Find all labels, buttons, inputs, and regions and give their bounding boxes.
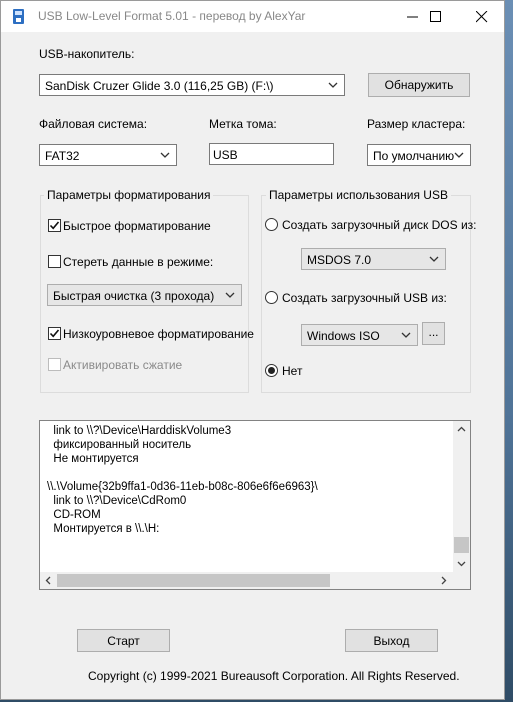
- drive-select-value: SanDisk Cruzer Glide 3.0 (116,25 GB) (F:…: [45, 79, 274, 93]
- browse-button-label: ...: [428, 325, 439, 339]
- usb-boot-label: Создать загрузочный USB из:: [282, 291, 447, 305]
- log-line: link to \\?\Device\CdRom0: [47, 495, 187, 507]
- log-line: \\.\Volume{32b9ffa1-0d36-11eb-b08c-806e6…: [47, 481, 318, 493]
- chevron-down-icon: [225, 292, 235, 298]
- compression-label: Активировать сжатие: [63, 358, 183, 372]
- detect-button-label: Обнаружить: [384, 78, 454, 92]
- cluster-label: Размер кластера:: [367, 117, 466, 131]
- quick-format-label: Быстрое форматирование: [63, 219, 211, 233]
- vertical-scroll-thumb[interactable]: [454, 537, 469, 553]
- chevron-down-icon: [429, 256, 439, 262]
- filesystem-select[interactable]: FAT32: [39, 144, 177, 166]
- quick-format-checkbox[interactable]: [48, 219, 61, 232]
- volume-label-value: USB: [213, 148, 238, 162]
- low-level-format-label: Низкоуровневое форматирование: [63, 327, 254, 341]
- log-line: CD-ROM: [47, 509, 101, 521]
- browse-button[interactable]: ...: [422, 322, 445, 345]
- scroll-right-icon: [441, 576, 447, 585]
- erase-mode-label: Стереть данные в режиме:: [63, 255, 214, 269]
- chevron-down-icon: [328, 82, 338, 88]
- scrollbar-corner: [453, 572, 470, 589]
- log-line: Монтируется в \\.\H:: [47, 523, 160, 535]
- maximize-icon: [430, 11, 441, 22]
- checkmark-icon: [49, 221, 60, 230]
- usb-source-select-value: Windows ISO: [307, 329, 380, 343]
- horizontal-scroll-thumb[interactable]: [57, 574, 330, 587]
- usb-params-title: Параметры использования USB: [266, 188, 451, 202]
- chevron-down-icon: [401, 332, 411, 338]
- app-icon: [10, 8, 27, 25]
- erase-mode-select[interactable]: Быстрая очистка (3 прохода): [47, 284, 242, 306]
- radio-selected-dot: [268, 367, 275, 374]
- filesystem-select-value: FAT32: [45, 149, 80, 163]
- volume-label: Метка тома:: [209, 117, 277, 131]
- copyright-text: Copyright (c) 1999-2021 Bureausoft Corpo…: [88, 669, 460, 683]
- compression-checkbox[interactable]: [48, 358, 61, 371]
- scroll-down-icon: [457, 561, 466, 567]
- scroll-left-icon: [45, 576, 51, 585]
- cluster-select-value: По умолчанию: [373, 149, 455, 163]
- format-params-title: Параметры форматирования: [44, 188, 214, 202]
- app-window: USB Low-Level Format 5.01 - перевод by A…: [0, 0, 505, 700]
- chevron-down-icon: [160, 152, 170, 158]
- detect-button[interactable]: Обнаружить: [368, 73, 470, 97]
- volume-label-input[interactable]: USB: [209, 143, 334, 165]
- drive-label: USB-накопитель:: [39, 47, 135, 61]
- drive-select[interactable]: SanDisk Cruzer Glide 3.0 (116,25 GB) (F:…: [39, 74, 345, 96]
- dos-boot-radio[interactable]: [265, 218, 278, 231]
- cluster-select[interactable]: По умолчанию: [367, 144, 471, 166]
- log-line: link to \\?\Device\HarddiskVolume3: [47, 425, 232, 437]
- close-icon: [476, 11, 488, 23]
- usb-source-select[interactable]: Windows ISO: [301, 324, 418, 346]
- exit-button[interactable]: Выход: [345, 629, 438, 652]
- dos-boot-label: Создать загрузочный диск DOS из:: [282, 218, 477, 232]
- log-lines: link to \\?\Device\HarddiskVolume3 фикси…: [47, 424, 318, 536]
- maximize-button[interactable]: [413, 1, 459, 32]
- title-bar[interactable]: USB Low-Level Format 5.01 - перевод by A…: [1, 1, 504, 32]
- start-button-label: Старт: [107, 634, 140, 648]
- none-radio[interactable]: [265, 364, 278, 377]
- vertical-scrollbar[interactable]: [453, 421, 470, 573]
- close-button[interactable]: [459, 1, 505, 32]
- erase-mode-select-value: Быстрая очистка (3 прохода): [53, 289, 215, 303]
- log-line: Не монтируется: [47, 453, 139, 465]
- dos-version-select[interactable]: MSDOS 7.0: [301, 248, 446, 270]
- log-line: фиксированный носитель: [47, 439, 192, 451]
- horizontal-scrollbar[interactable]: [40, 572, 455, 589]
- exit-button-label: Выход: [373, 634, 410, 648]
- usb-boot-radio[interactable]: [265, 291, 278, 304]
- chevron-down-icon: [454, 152, 464, 158]
- log-output[interactable]: link to \\?\Device\HarddiskVolume3 фикси…: [39, 420, 471, 590]
- checkmark-icon: [49, 329, 60, 338]
- erase-mode-checkbox[interactable]: [48, 255, 61, 268]
- low-level-format-checkbox[interactable]: [48, 327, 61, 340]
- window-title: USB Low-Level Format 5.01 - перевод by A…: [38, 9, 306, 23]
- start-button[interactable]: Старт: [77, 629, 170, 652]
- scroll-up-icon: [457, 426, 466, 432]
- dos-version-select-value: MSDOS 7.0: [307, 253, 372, 267]
- none-label: Нет: [282, 364, 303, 378]
- filesystem-label: Файловая система:: [39, 117, 148, 131]
